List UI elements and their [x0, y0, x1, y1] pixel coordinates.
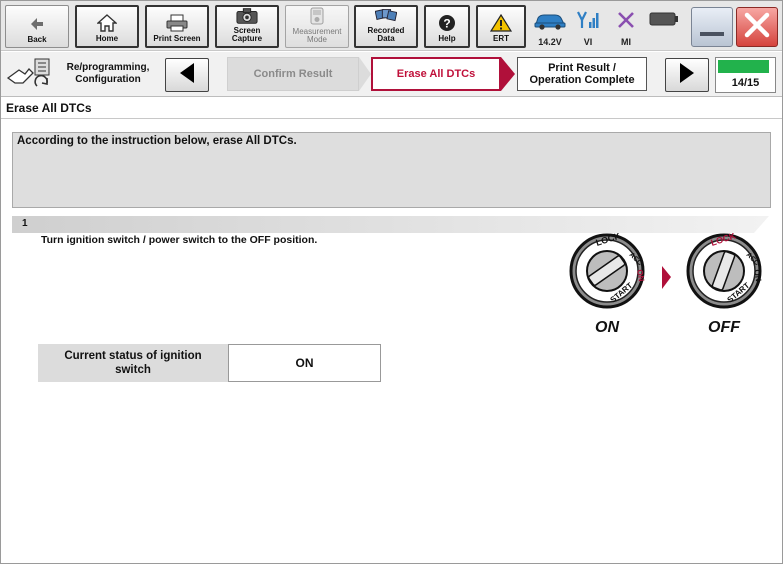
screen-capture-label: Screen Capture — [231, 26, 263, 43]
previous-step-button[interactable] — [165, 58, 209, 92]
battery-icon — [649, 12, 679, 31]
instruction-panel: According to the instruction below, eras… — [12, 132, 771, 208]
help-button[interactable]: ? Help — [424, 5, 470, 48]
recorded-data-label: Recorded Data — [367, 26, 405, 43]
device-battery-status — [645, 7, 683, 47]
mi-status: MI — [607, 7, 645, 47]
back-arrow-icon — [26, 14, 48, 34]
vi-signal-icon — [577, 10, 599, 35]
instruction-text: According to the instruction below, eras… — [17, 135, 297, 147]
car-icon — [533, 12, 567, 35]
home-label: Home — [95, 34, 119, 43]
recorded-data-icon — [375, 7, 397, 25]
state-caption-on: ON — [595, 319, 619, 336]
measurement-mode-label: Measurement Mode — [292, 27, 342, 44]
print-screen-label: Print Screen — [153, 34, 201, 43]
printer-icon — [166, 13, 188, 33]
page-title: Erase All DTCs — [6, 101, 92, 115]
step-progress-bar — [718, 60, 770, 73]
svg-text:?: ? — [443, 17, 450, 31]
arrow-left-icon — [177, 62, 197, 89]
battery-voltage-status: 14.2V — [531, 7, 569, 47]
step-instruction-text: Turn ignition switch / power switch to t… — [41, 234, 318, 246]
measurement-mode-button[interactable]: Measurement Mode — [285, 5, 349, 48]
camera-icon — [236, 7, 258, 25]
screen-capture-button[interactable]: Screen Capture — [215, 5, 279, 48]
back-button[interactable]: Back — [5, 5, 69, 48]
close-button[interactable] — [736, 7, 778, 47]
state-caption-off: OFF — [708, 319, 741, 336]
step-chevron-icon — [359, 57, 371, 96]
ignition-status-value: ON — [228, 344, 381, 382]
step-number: 1 — [22, 218, 28, 229]
ignition-status-label: Current status of ignition switch — [38, 344, 228, 382]
print-screen-button[interactable]: Print Screen — [145, 5, 209, 48]
title-divider — [1, 118, 782, 119]
step-print-result-operation-complete: Print Result / Operation Complete — [517, 57, 647, 91]
ert-button[interactable]: ERT — [476, 5, 526, 48]
step-navigation-bar: Re/programming, Configuration Confirm Re… — [1, 52, 782, 97]
step-chevron-icon — [501, 57, 515, 96]
step-erase-all-dtcs-current: Erase All DTCs — [371, 57, 501, 91]
consult-app-window: Back Home Print Screen Screen Capture Me — [0, 0, 783, 564]
ignition-dial-on: LOCK ACC ON START — [569, 230, 646, 309]
step-page-counter: 14/15 — [731, 77, 760, 89]
breadcrumb-reprogramming: Re/programming, Configuration — [66, 62, 150, 85]
recorded-data-button[interactable]: Recorded Data — [354, 5, 418, 48]
step-progress-indicator: 14/15 — [715, 57, 776, 93]
arrow-right-icon — [677, 62, 697, 89]
ignition-switch-illustration: LOCK ACC ON START LOCK ACC ON START ON O… — [567, 230, 773, 337]
mi-disconnected-icon — [616, 10, 636, 35]
vi-status: VI — [569, 7, 607, 47]
warning-icon — [490, 13, 512, 33]
toolbar: Back Home Print Screen Screen Capture Me — [1, 1, 782, 51]
mi-label: MI — [621, 37, 631, 47]
home-icon — [96, 13, 118, 33]
vi-label: VI — [583, 37, 593, 47]
next-step-button[interactable] — [665, 58, 709, 92]
transition-arrow-icon — [662, 266, 671, 289]
step-confirm-result: Confirm Result — [227, 57, 359, 91]
home-button[interactable]: Home — [75, 5, 139, 48]
step-header-bar: 1 — [12, 216, 769, 233]
measurement-icon — [306, 6, 328, 26]
voltage-readout: 14.2V — [538, 37, 562, 47]
back-label: Back — [27, 35, 47, 44]
close-icon — [743, 11, 771, 44]
help-label: Help — [438, 34, 456, 43]
help-icon: ? — [436, 13, 458, 33]
reprogramming-icon — [5, 56, 55, 92]
minimize-icon — [700, 32, 724, 36]
ignition-dial-off: LOCK ACC ON START — [686, 230, 763, 309]
minimize-button[interactable] — [691, 7, 733, 47]
ert-label: ERT — [493, 34, 509, 43]
